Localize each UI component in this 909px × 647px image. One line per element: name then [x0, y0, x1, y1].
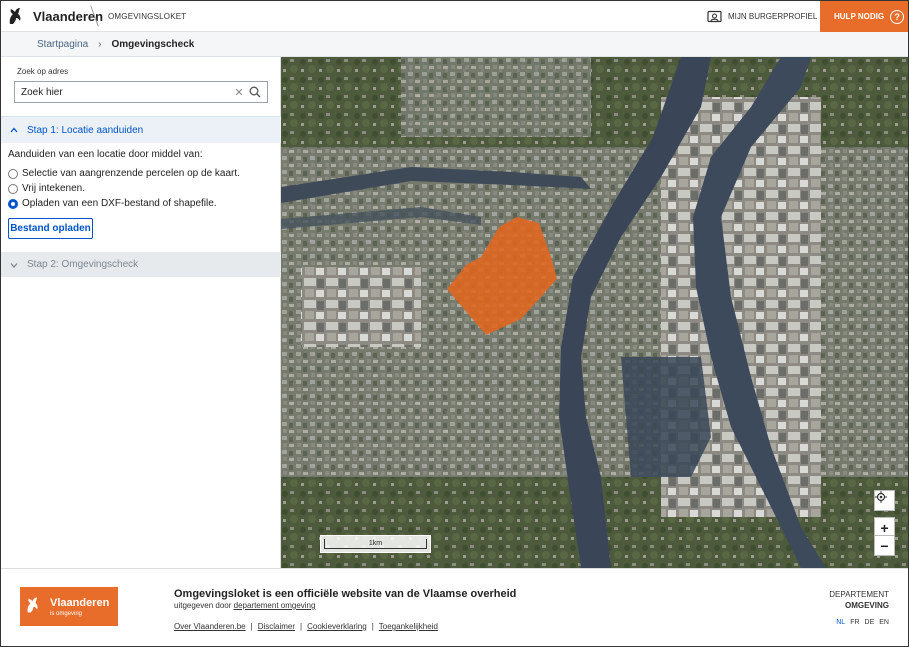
dept-line1: DEPARTEMENT [829, 590, 889, 599]
option-label: Selectie van aangrenzende percelen op de… [22, 168, 240, 179]
global-header: Vlaanderen OMGEVINGSLOKET MIJN BURGERPRO… [1, 1, 908, 32]
publisher-link[interactable]: departement omgeving [234, 601, 316, 610]
option-label: Opladen van een DXF-bestand of shapefile… [22, 198, 217, 209]
link-separator: | [250, 622, 253, 631]
radio-button-selected[interactable] [8, 198, 18, 209]
step2-title: Stap 2: Omgevingscheck [27, 259, 139, 270]
search-field: ✕ [14, 81, 268, 103]
vlaanderen-logo[interactable]: Vlaanderen is omgeving [20, 587, 118, 626]
breadcrumb-home-link[interactable]: Startpagina [37, 39, 88, 50]
footer-links: Over Vlaanderen.be | Disclaimer | Cookie… [174, 622, 438, 631]
link-separator: | [300, 622, 303, 631]
my-profile-link[interactable]: MIJN BURGERPROFIEL [707, 7, 817, 25]
option-upload-file[interactable]: Opladen van een DXF-bestand of shapefile… [8, 196, 276, 211]
clear-icon[interactable]: ✕ [232, 86, 246, 99]
lang-fr[interactable]: FR [850, 619, 859, 626]
logo-name: Vlaanderen [50, 597, 110, 609]
option-select-parcels[interactable]: Selectie van aangrenzende percelen op de… [8, 166, 276, 181]
step2-accordion-header[interactable]: Stap 2: Omgevingscheck [1, 252, 281, 277]
link-accessibility[interactable]: Toegankelijkheid [379, 622, 438, 631]
upload-file-button[interactable]: Bestand opladen [8, 218, 93, 239]
link-disclaimer[interactable]: Disclaimer [258, 622, 295, 631]
chevron-up-icon [10, 127, 18, 133]
breadcrumb: Startpagina › Omgevingscheck [1, 32, 908, 57]
flemish-lion-icon[interactable] [7, 6, 23, 26]
radio-button[interactable] [8, 183, 18, 194]
scale-label: 1km [324, 539, 427, 549]
crosshair-icon [875, 491, 887, 503]
link-cookies[interactable]: Cookieverklaring [307, 622, 367, 631]
map-view[interactable]: 1km + − [281, 57, 908, 568]
department-label: DEPARTEMENT OMGEVING [829, 589, 889, 611]
sidebar-panel: Zoek op adres ✕ Stap 1: Locatie aanduide… [1, 57, 281, 568]
step1-title: Stap 1: Locatie aanduiden [27, 124, 144, 136]
site-footer: Vlaanderen is omgeving Omgevingsloket is… [1, 568, 908, 646]
link-separator: | [371, 622, 374, 631]
locate-me-button[interactable] [874, 490, 895, 511]
app-window: Vlaanderen OMGEVINGSLOKET MIJN BURGERPRO… [0, 0, 909, 647]
profile-card-icon [707, 10, 722, 22]
option-free-draw[interactable]: Vrij intekenen. [8, 181, 276, 196]
language-switcher: NL FR DE EN [836, 619, 889, 626]
question-circle-icon: ? [890, 9, 905, 24]
chevron-right-icon: › [98, 38, 102, 50]
footer-title: Omgevingsloket is een officiële website … [174, 588, 517, 600]
step1-content: Aanduiden van een locatie door middel va… [8, 149, 276, 211]
radio-button[interactable] [8, 168, 18, 179]
step1-accordion-header[interactable]: Stap 1: Locatie aanduiden [1, 116, 281, 143]
lang-nl[interactable]: NL [836, 619, 845, 626]
address-search-input[interactable] [21, 86, 232, 98]
scale-bar: 1km [320, 535, 431, 553]
publisher-prefix: uitgegeven door [174, 601, 232, 610]
chevron-down-icon [10, 262, 18, 268]
breadcrumb-current: Omgevingscheck [111, 38, 195, 50]
help-button[interactable]: HULP NODIG ? [820, 1, 908, 32]
dept-line2: OMGEVING [844, 601, 889, 610]
app-subtitle[interactable]: OMGEVINGSLOKET [108, 12, 186, 21]
help-label: HULP NODIG [834, 12, 885, 21]
logo-tagline: is omgeving [50, 611, 83, 617]
lang-de[interactable]: DE [865, 619, 875, 626]
zoom-out-button[interactable]: − [874, 535, 895, 556]
step1-intro: Aanduiden van een locatie door middel va… [8, 149, 203, 160]
search-label: Zoek op adres [17, 67, 69, 76]
flemish-lion-icon [27, 597, 38, 613]
search-icon[interactable] [246, 83, 264, 101]
my-profile-label: MIJN BURGERPROFIEL [728, 11, 818, 21]
satellite-map[interactable] [281, 57, 908, 568]
option-label: Vrij intekenen. [22, 183, 85, 194]
lang-en[interactable]: EN [879, 619, 889, 626]
footer-publisher: uitgegeven door departement omgeving [174, 601, 315, 610]
link-over-vlaanderen[interactable]: Over Vlaanderen.be [174, 622, 246, 631]
